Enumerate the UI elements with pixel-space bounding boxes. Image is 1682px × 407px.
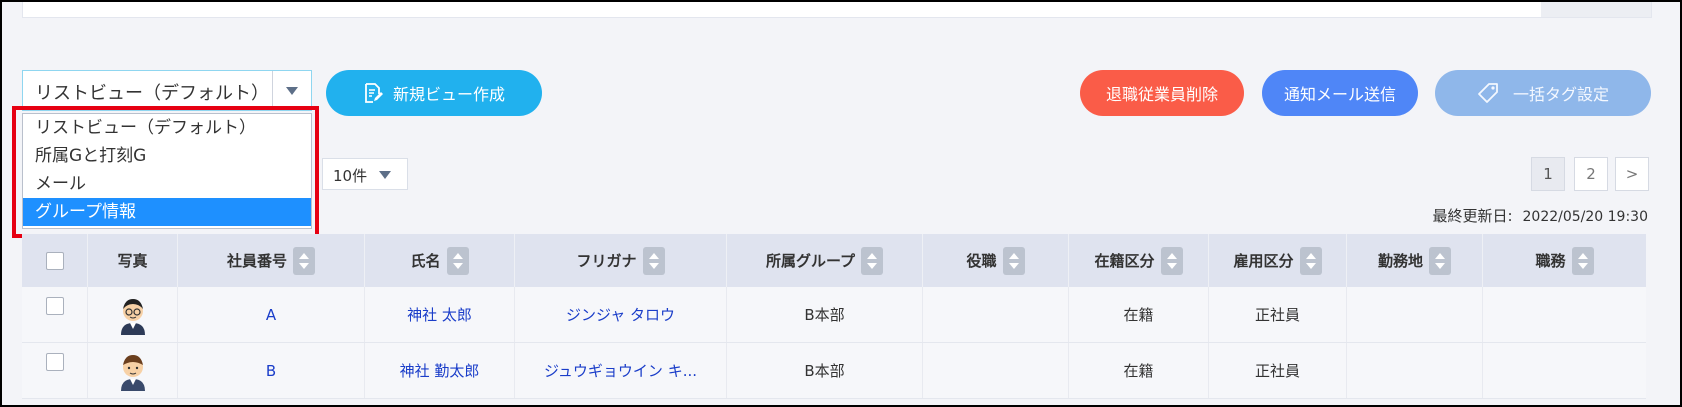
avatar	[88, 287, 178, 342]
header-label: 所属グループ	[765, 252, 856, 270]
table-row: A 神社 太郎 ジンジャ タロウ B本部 在籍 正社員	[22, 287, 1646, 343]
page-button-1[interactable]: 1	[1531, 157, 1565, 191]
notify-mail-label: 通知メール送信	[1283, 85, 1396, 104]
header-photo: 写真	[88, 234, 178, 287]
sort-icon[interactable]	[1299, 246, 1322, 275]
cell-emp-no[interactable]: A	[178, 287, 365, 342]
header-label: 社員番号	[226, 252, 287, 270]
cell-title	[923, 343, 1069, 398]
next-page-button[interactable]: >	[1615, 157, 1649, 191]
bulk-tag-button[interactable]: 一括タグ設定	[1435, 70, 1651, 116]
cell-group: B本部	[727, 287, 923, 342]
cell-emp-no[interactable]: B	[178, 343, 365, 398]
retire-delete-button[interactable]: 退職従業員削除	[1080, 70, 1244, 116]
sort-icon[interactable]	[446, 246, 469, 275]
header-location: 勤務地	[1347, 234, 1483, 287]
sort-icon[interactable]	[1429, 246, 1451, 275]
header-label: 勤務地	[1377, 252, 1423, 270]
avatar-icon	[120, 354, 145, 391]
cell-name[interactable]: 神社 太郎	[365, 287, 515, 342]
caret-down-icon	[379, 171, 391, 179]
app-frame: リストビュー（デフォルト） 新規ビュー作成 退職従業員削除 通知メール送信 一括…	[0, 0, 1682, 407]
cell-kana[interactable]: ジンジャ タロウ	[515, 287, 727, 342]
header-label: 在籍区分	[1094, 252, 1155, 270]
table-row: B 神社 勤太郎 ジュウギョウイン キ... B本部 在籍 正社員	[22, 343, 1646, 399]
cell-duty	[1483, 343, 1646, 398]
header-label: 役職	[966, 252, 997, 270]
header-emp-no: 社員番号	[178, 234, 365, 287]
caret-down-icon	[286, 87, 298, 95]
cell-employment: 正社員	[1209, 343, 1347, 398]
page-button-2[interactable]: 2	[1574, 157, 1608, 191]
avatar	[88, 343, 178, 398]
cell-employment: 正社員	[1209, 287, 1347, 342]
header-group: 所属グループ	[727, 234, 923, 287]
row-select-cell	[22, 343, 88, 398]
new-view-label: 新規ビュー作成	[392, 85, 505, 104]
tag-icon	[1478, 83, 1498, 103]
sort-icon[interactable]	[1571, 246, 1594, 275]
header-label: 氏名	[410, 252, 441, 270]
view-select[interactable]: リストビュー（デフォルト）	[22, 70, 312, 111]
header-status: 在籍区分	[1069, 234, 1209, 287]
sort-icon[interactable]	[642, 246, 665, 275]
retire-delete-label: 退職従業員削除	[1105, 85, 1218, 104]
select-all-checkbox[interactable]	[45, 251, 64, 270]
header-name: 氏名	[365, 234, 515, 287]
row-select-cell	[22, 287, 88, 342]
header-title: 役職	[923, 234, 1069, 287]
top-panel	[22, 2, 1652, 18]
bulk-tag-label: 一括タグ設定	[1512, 85, 1609, 104]
cell-status: 在籍	[1069, 287, 1209, 342]
per-page-value: 10件	[333, 167, 368, 185]
view-select-toggle[interactable]	[272, 71, 311, 110]
sort-icon[interactable]	[1002, 246, 1025, 275]
header-employment: 雇用区分	[1209, 234, 1347, 287]
sort-icon[interactable]	[861, 246, 884, 275]
cell-location	[1347, 343, 1483, 398]
highlight-box	[12, 106, 319, 238]
cell-status: 在籍	[1069, 343, 1209, 398]
header-label: 雇用区分	[1233, 252, 1294, 270]
header-duty: 職務	[1483, 234, 1646, 287]
view-select-value: リストビュー（デフォルト）	[35, 83, 269, 104]
cell-kana[interactable]: ジュウギョウイン キ...	[515, 343, 727, 398]
table-header: 写真 社員番号 氏名 フリガナ 所属グループ 役職 在籍区分 雇用区分 勤務地 …	[22, 234, 1646, 287]
header-select-all	[22, 234, 88, 287]
employee-table: 写真 社員番号 氏名 フリガナ 所属グループ 役職 在籍区分 雇用区分 勤務地 …	[22, 234, 1646, 399]
new-view-button[interactable]: 新規ビュー作成	[326, 70, 542, 116]
cell-duty	[1483, 287, 1646, 342]
avatar-icon	[120, 298, 145, 335]
cell-group: B本部	[727, 343, 923, 398]
last-updated-value: 2022/05/20 19:30	[1522, 209, 1649, 225]
header-kana: フリガナ	[515, 234, 727, 287]
cell-name[interactable]: 神社 勤太郎	[365, 343, 515, 398]
row-checkbox[interactable]	[45, 296, 64, 315]
row-checkbox[interactable]	[45, 352, 64, 371]
cell-location	[1347, 287, 1483, 342]
header-label: 職務	[1535, 252, 1566, 270]
notify-mail-button[interactable]: 通知メール送信	[1262, 70, 1418, 116]
sort-icon[interactable]	[293, 246, 315, 275]
top-panel-strip	[1541, 2, 1651, 17]
last-updated: 最終更新日: 2022/05/20 19:30	[1432, 205, 1648, 226]
document-edit-icon	[365, 83, 383, 103]
sort-icon[interactable]	[1160, 246, 1183, 275]
last-updated-label: 最終更新日:	[1432, 207, 1513, 225]
header-label: フリガナ	[576, 252, 637, 270]
per-page-select[interactable]: 10件	[322, 158, 408, 190]
cell-title	[923, 287, 1069, 342]
header-label: 写真	[117, 252, 148, 270]
